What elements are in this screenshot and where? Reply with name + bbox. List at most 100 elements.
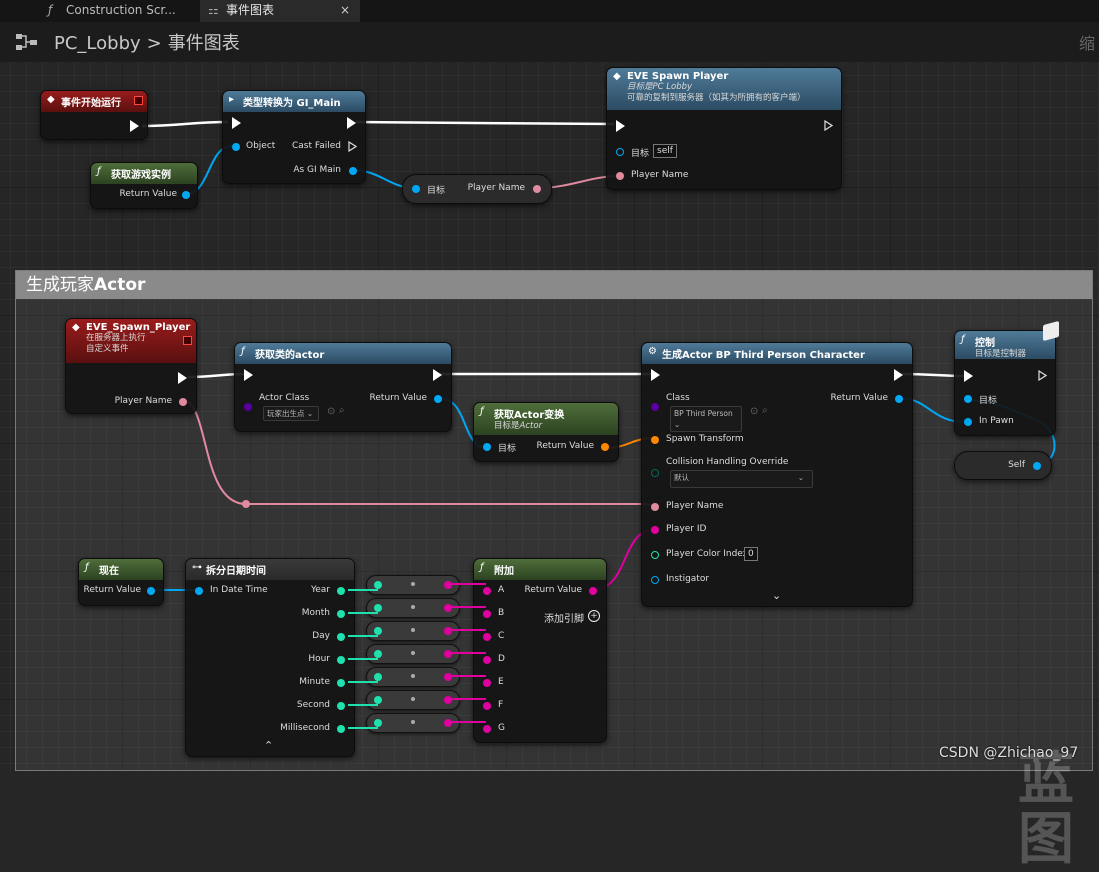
conv-in-pin[interactable] — [374, 696, 382, 704]
player-name-pin[interactable] — [651, 503, 659, 511]
return-value-pin[interactable] — [589, 587, 597, 595]
node-custom-event-eve-spawn-player[interactable]: ◆ EVE_Spawn_Player 在服务器上执行 自定义事件 Player N… — [65, 318, 197, 414]
conv-node-second[interactable] — [366, 690, 460, 710]
breadcrumb-current[interactable]: 事件图表 — [168, 33, 240, 54]
conv-in-pin[interactable] — [374, 673, 382, 681]
conv-out-pin[interactable] — [444, 696, 452, 704]
d-pin[interactable] — [483, 656, 491, 664]
exec-in-pin[interactable] — [964, 370, 973, 382]
cast-failed-pin[interactable] — [348, 141, 357, 152]
class-dropdown[interactable]: BP Third Person ⌄ — [670, 406, 742, 432]
graph-canvas[interactable]: 生成玩家Actor ◆ 事件开始运行 ƒ 获取游戏实例 Return Value… — [0, 62, 1099, 870]
conv-node-millisecond[interactable] — [366, 713, 460, 733]
expand-icon[interactable]: ⌄ — [772, 589, 781, 602]
node-self[interactable]: Self — [954, 451, 1052, 480]
object-pin[interactable] — [232, 143, 240, 151]
target-pin[interactable] — [412, 185, 420, 193]
target-pin[interactable] — [483, 443, 491, 451]
search-icon[interactable]: ⌕ — [762, 405, 768, 416]
exec-out-pin[interactable] — [178, 372, 187, 384]
g-pin[interactable] — [483, 725, 491, 733]
conv-node-day[interactable] — [366, 621, 460, 641]
conv-out-pin[interactable] — [444, 581, 452, 589]
exec-in-pin[interactable] — [232, 117, 241, 129]
exec-in-pin[interactable] — [244, 369, 253, 381]
return-value-pin[interactable] — [434, 395, 442, 403]
conv-out-pin[interactable] — [444, 650, 452, 658]
target-pin[interactable] — [964, 395, 972, 403]
player-name-pin[interactable] — [616, 172, 624, 180]
f-pin[interactable] — [483, 702, 491, 710]
c-pin[interactable] — [483, 633, 491, 641]
exec-out-pin[interactable] — [130, 120, 139, 132]
exec-out-pin[interactable] — [347, 117, 356, 129]
b-pin[interactable] — [483, 610, 491, 618]
day-pin[interactable] — [337, 633, 345, 641]
return-value-pin[interactable] — [182, 191, 190, 199]
browse-icon[interactable]: ⊙ — [327, 406, 335, 417]
player-id-pin[interactable] — [651, 526, 659, 534]
player-color-index-pin[interactable] — [651, 551, 659, 559]
delegate-pin-icon[interactable] — [183, 336, 192, 345]
spawn-transform-pin[interactable] — [651, 436, 659, 444]
class-pin[interactable] — [651, 403, 659, 411]
self-pin[interactable] — [1033, 462, 1041, 470]
search-icon[interactable]: ⌕ — [339, 405, 345, 416]
conv-node-minute[interactable] — [366, 667, 460, 687]
collision-dropdown[interactable]: 默认 ⌄ — [670, 470, 813, 488]
exec-in-pin[interactable] — [651, 369, 660, 381]
player-name-pin[interactable] — [533, 185, 541, 193]
node-spawn-actor[interactable]: ⚙ 生成Actor BP Third Person Character Class… — [641, 342, 913, 607]
exec-out-pin[interactable] — [894, 369, 903, 381]
player-color-index-field[interactable]: 0 — [744, 547, 758, 561]
conv-out-pin[interactable] — [444, 604, 452, 612]
node-now[interactable]: ƒ 现在 Return Value — [78, 558, 164, 606]
conv-out-pin[interactable] — [444, 627, 452, 635]
target-self-field[interactable]: self — [653, 144, 677, 158]
conv-in-pin[interactable] — [374, 719, 382, 727]
minute-pin[interactable] — [337, 679, 345, 687]
conv-in-pin[interactable] — [374, 604, 382, 612]
node-break-datetime[interactable]: ⊶ 拆分日期时间 In Date Time Year Month Day Hour… — [185, 558, 355, 757]
conv-in-pin[interactable] — [374, 581, 382, 589]
node-get-actor-transform[interactable]: ƒ 获取Actor变换 目标是Actor 目标 Return Value — [473, 402, 619, 462]
conv-node-year[interactable] — [366, 575, 460, 595]
actor-class-dropdown[interactable]: 玩家出生点 ⌄ — [263, 406, 319, 421]
node-append[interactable]: ƒ 附加 Return Value 添加引脚 + A B C D E F G — [473, 558, 607, 743]
return-value-pin[interactable] — [895, 395, 903, 403]
in-date-time-pin[interactable] — [195, 587, 203, 595]
node-get-actor-of-class[interactable]: ƒ 获取类的actor Actor Class 玩家出生点 ⌄ ⊙ ⌕ Retur… — [234, 342, 452, 432]
a-pin[interactable] — [483, 587, 491, 595]
node-cast-to-gi-main[interactable]: ▸ 类型转换为 GI_Main Object Cast Failed As GI … — [222, 90, 366, 184]
conv-node-hour[interactable] — [366, 644, 460, 664]
year-pin[interactable] — [337, 587, 345, 595]
exec-out-pin[interactable] — [824, 120, 833, 131]
close-icon[interactable]: × — [340, 0, 350, 20]
collapse-icon[interactable]: ⌃ — [264, 739, 273, 752]
conv-in-pin[interactable] — [374, 650, 382, 658]
node-event-begin-play[interactable]: ◆ 事件开始运行 — [40, 90, 148, 140]
node-possess[interactable]: ƒ 控制 目标是控制器 目标 In Pawn — [954, 320, 1059, 436]
exec-out-pin[interactable] — [1038, 370, 1047, 381]
node-get-game-instance[interactable]: ƒ 获取游戏实例 Return Value — [90, 162, 198, 209]
target-pin[interactable] — [616, 148, 624, 156]
second-pin[interactable] — [337, 702, 345, 710]
instigator-pin[interactable] — [651, 576, 659, 584]
collision-pin[interactable] — [651, 469, 659, 477]
millisecond-pin[interactable] — [337, 725, 345, 733]
exec-out-pin[interactable] — [433, 369, 442, 381]
conv-out-pin[interactable] — [444, 673, 452, 681]
add-pin-icon[interactable]: + — [588, 610, 600, 622]
return-value-pin[interactable] — [147, 587, 155, 595]
browse-icon[interactable]: ⊙ — [750, 406, 758, 417]
e-pin[interactable] — [483, 679, 491, 687]
delegate-pin-icon[interactable] — [134, 96, 143, 105]
hour-pin[interactable] — [337, 656, 345, 664]
in-pawn-pin[interactable] — [964, 418, 972, 426]
as-gi-main-pin[interactable] — [349, 167, 357, 175]
exec-in-pin[interactable] — [616, 120, 625, 132]
conv-out-pin[interactable] — [444, 719, 452, 727]
tab-construction-script[interactable]: ƒ Construction Scr... — [40, 0, 200, 22]
conv-node-month[interactable] — [366, 598, 460, 618]
node-eve-spawn-player-call[interactable]: ◆ EVE Spawn Player 目标是PC Lobby 可靠的复制到服务器（… — [606, 67, 842, 190]
